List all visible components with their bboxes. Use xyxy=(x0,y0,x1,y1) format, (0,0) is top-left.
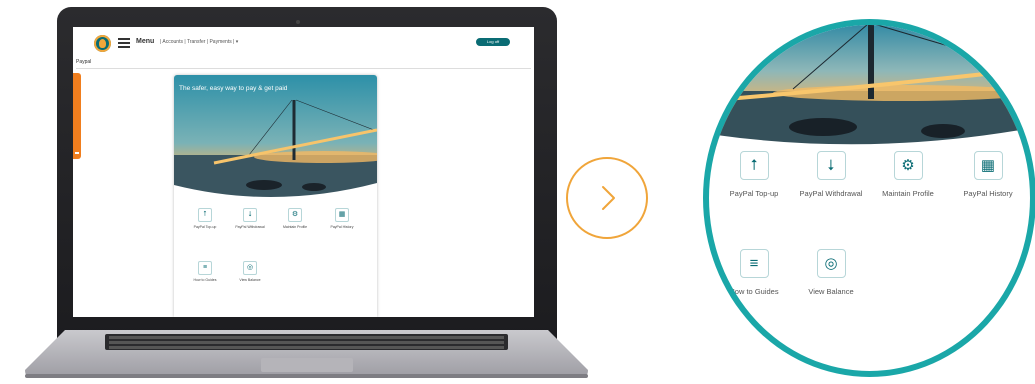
chevron-right-icon xyxy=(602,186,615,210)
mini-tile-label: PayPal Top-up xyxy=(193,225,217,229)
topup-icon: ⭡ xyxy=(198,208,212,222)
balance-icon: ◎ xyxy=(816,249,846,278)
tile-maintain-profile[interactable]: ⚙ Maintain Profile xyxy=(865,151,951,198)
tile-paypal-history[interactable]: ▦ PayPal History xyxy=(945,151,1030,198)
guide-icon: ≡ xyxy=(739,249,769,278)
tile-label: View Balance xyxy=(808,287,854,296)
laptop-screen: Menu | Accounts | Transfer | Payments | … xyxy=(73,27,534,317)
tile-paypal-topup[interactable]: ⭡ PayPal Top-up xyxy=(711,151,797,198)
header-nav-links[interactable]: | Accounts | Transfer | Payments | ▾ xyxy=(160,39,238,45)
profile-icon: ⚙ xyxy=(893,151,923,180)
tile-paypal-withdrawal[interactable]: ⭣ PayPal Withdrawal xyxy=(788,151,874,198)
zoomed-detail-circle: ⭡ PayPal Top-up ⭣ PayPal Withdrawal ⚙ Ma… xyxy=(703,19,1035,377)
tile-view-balance[interactable]: ◎ View Balance xyxy=(788,249,874,296)
tile-label: PayPal Withdrawal xyxy=(799,189,863,198)
tile-label: PayPal Top-up xyxy=(729,189,779,198)
menu-label[interactable]: Menu xyxy=(136,38,154,45)
laptop-camera xyxy=(296,20,300,24)
calendar-icon: ▦ xyxy=(973,151,1003,180)
calendar-icon: ▦ xyxy=(335,208,349,222)
zoomed-bridge-image xyxy=(709,25,1030,149)
bank-logo[interactable] xyxy=(94,35,111,52)
mini-tile-paypal-topup[interactable]: ⭡ PayPal Top-up xyxy=(185,208,225,229)
tile-label: Maintain Profile xyxy=(882,189,934,198)
page-heading: Paypal xyxy=(76,59,92,65)
withdrawal-icon: ⭣ xyxy=(243,208,257,222)
next-step-circle xyxy=(566,157,648,239)
side-drawer-tab-marker xyxy=(75,152,79,154)
bridge-hero-image xyxy=(174,75,377,199)
tile-label: PayPal History xyxy=(963,189,1013,198)
guide-icon: ≡ xyxy=(198,261,212,275)
mini-tile-view-balance[interactable]: ◎ View Balance xyxy=(230,261,270,282)
tile-label: How to Guides xyxy=(729,287,779,296)
mini-tile-label: PayPal History xyxy=(330,225,354,229)
withdrawal-icon: ⭣ xyxy=(816,151,846,180)
mini-tile-paypal-history[interactable]: ▦ PayPal History xyxy=(322,208,362,229)
side-drawer-tab[interactable] xyxy=(73,73,81,159)
mini-tile-label: Maintain Profile xyxy=(282,225,308,229)
app-header: Menu | Accounts | Transfer | Payments | … xyxy=(73,27,534,60)
balance-icon: ◎ xyxy=(243,261,257,275)
paypal-card: The safer, easy way to pay & get paid ⭡ … xyxy=(174,75,377,317)
mini-tile-label: How to Guides xyxy=(193,278,217,282)
mini-tile-paypal-withdrawal[interactable]: ⭣ PayPal Withdrawal xyxy=(230,208,270,229)
logoff-button[interactable]: Log off xyxy=(476,38,510,46)
mini-tile-label: PayPal Withdrawal xyxy=(235,225,265,229)
hamburger-menu-icon[interactable] xyxy=(118,38,130,48)
mini-tile-how-to-guides[interactable]: ≡ How to Guides xyxy=(185,261,225,282)
mini-tile-maintain-profile[interactable]: ⚙ Maintain Profile xyxy=(275,208,315,229)
laptop-keyboard-base xyxy=(25,330,588,378)
hero-title: The safer, easy way to pay & get paid xyxy=(179,85,288,92)
profile-icon: ⚙ xyxy=(288,208,302,222)
tile-how-to-guides[interactable]: ≡ How to Guides xyxy=(711,249,797,296)
mini-tile-label: View Balance xyxy=(239,278,261,282)
heading-divider xyxy=(76,68,531,69)
topup-icon: ⭡ xyxy=(739,151,769,180)
